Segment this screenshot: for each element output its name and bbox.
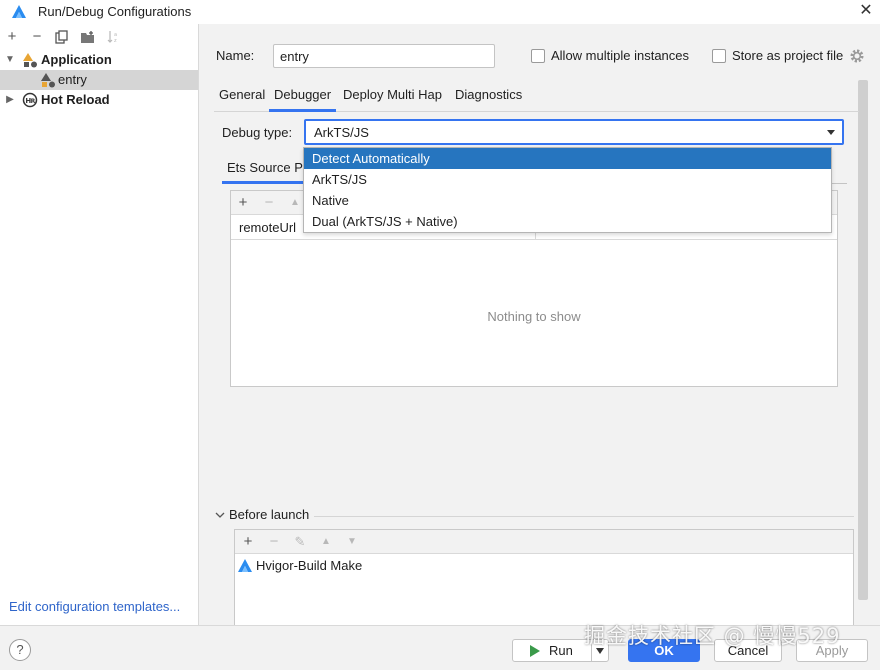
move-to-folder-icon[interactable]	[78, 27, 98, 47]
move-up-icon: ▲	[290, 197, 300, 208]
dropdown-option-native[interactable]: Native	[304, 190, 831, 211]
chevron-down-icon[interactable]	[214, 509, 226, 521]
name-input[interactable]	[273, 44, 495, 68]
application-icon	[23, 53, 37, 68]
move-down-icon: ▼	[347, 536, 357, 547]
active-tab-indicator	[222, 181, 308, 184]
run-icon	[530, 645, 540, 657]
empty-state-text: Nothing to show	[487, 309, 581, 324]
gear-icon[interactable]	[849, 48, 865, 64]
divider	[314, 516, 854, 517]
window-title: Run/Debug Configurations	[38, 4, 192, 19]
add-icon[interactable]: +	[238, 532, 258, 552]
chevron-right-icon[interactable]: ▶	[4, 90, 16, 110]
chevron-down-icon[interactable]	[826, 127, 836, 137]
remove-icon: −	[264, 194, 274, 211]
close-window-button[interactable]: ✕	[852, 0, 880, 24]
sidebar-toolbar: + − az	[0, 24, 199, 50]
sort-configurations-icon: az	[104, 27, 124, 47]
allow-multiple-label[interactable]: Allow multiple instances	[551, 48, 689, 63]
tab-debugger[interactable]: Debugger	[269, 84, 337, 112]
chevron-down-icon[interactable]: ▼	[4, 50, 16, 70]
tab-diagnostics[interactable]: Diagnostics	[450, 84, 527, 112]
tab-general[interactable]: General	[214, 84, 270, 112]
svg-text:R: R	[31, 98, 36, 105]
add-icon[interactable]: +	[233, 193, 253, 213]
store-as-project-checkbox[interactable]	[712, 49, 726, 63]
list-item[interactable]: Hvigor-Build Make	[235, 555, 853, 577]
copy-configuration-icon[interactable]	[52, 27, 72, 47]
remove-icon: −	[269, 533, 279, 550]
dropdown-option-dual[interactable]: Dual (ArkTS/JS + Native)	[304, 211, 831, 232]
before-launch-list: + − ✎ ▲ ▼ Hvigor-Build Make	[234, 529, 854, 625]
tree-label: entry	[58, 72, 87, 87]
configuration-editor: Name: Allow multiple instances Store as …	[200, 24, 880, 625]
name-label: Name:	[216, 48, 255, 63]
title-bar: Run/Debug Configurations ✕	[0, 0, 880, 24]
remove-configuration-icon[interactable]: −	[27, 27, 47, 47]
add-configuration-icon[interactable]: +	[2, 27, 22, 47]
before-launch-item-label: Hvigor-Build Make	[256, 558, 363, 573]
hvigor-icon	[238, 559, 252, 572]
debug-type-select[interactable]: ArkTS/JS	[304, 119, 844, 145]
move-up-icon: ▲	[321, 536, 331, 547]
tree-node-entry[interactable]: entry	[0, 70, 198, 90]
store-as-project-label[interactable]: Store as project file	[732, 48, 843, 63]
column-header-remote-url[interactable]: remoteUrl	[239, 220, 296, 235]
help-button[interactable]: ?	[9, 639, 31, 661]
before-launch-toolbar: + − ✎ ▲ ▼	[235, 530, 853, 554]
edit-icon: ✎	[294, 534, 306, 549]
run-label: Run	[549, 643, 573, 658]
tree-node-hot-reload[interactable]: ▶ H R Hot Reload	[0, 90, 198, 110]
before-launch-header[interactable]: Before launch	[214, 507, 854, 525]
tab-deploy-multi-hap[interactable]: Deploy Multi Hap	[338, 84, 447, 112]
debug-type-value: ArkTS/JS	[314, 125, 369, 140]
allow-multiple-checkbox[interactable]	[531, 49, 545, 63]
debug-type-dropdown: Detect Automatically ArkTS/JS Native Dua…	[303, 147, 832, 233]
config-tabs: General Debugger Deploy Multi Hap Diagno…	[214, 84, 859, 112]
tree-label: Application	[41, 52, 112, 67]
svg-text:z: z	[114, 38, 117, 44]
configurations-sidebar: + − az ▼ Application entry ▶ H R Hot Rel…	[0, 24, 199, 625]
tree-label: Hot Reload	[41, 92, 110, 107]
edit-templates-link[interactable]: Edit configuration templates...	[9, 599, 180, 614]
before-launch-label[interactable]: Before launch	[229, 507, 309, 522]
scrollbar[interactable]	[858, 80, 868, 600]
tree-node-application[interactable]: ▼ Application	[0, 50, 198, 70]
dropdown-option-arkts-js[interactable]: ArkTS/JS	[304, 169, 831, 190]
deveco-logo-icon	[12, 5, 26, 18]
debug-type-label: Debug type:	[222, 125, 293, 140]
dropdown-option-detect-automatically[interactable]: Detect Automatically	[304, 148, 831, 169]
hot-reload-icon: H R	[22, 92, 38, 108]
entry-config-icon	[41, 73, 55, 88]
tab-ets-source-paths[interactable]: Ets Source Pa	[227, 160, 310, 175]
watermark: 掘金技术社区 @ 慢慢529	[584, 624, 841, 648]
